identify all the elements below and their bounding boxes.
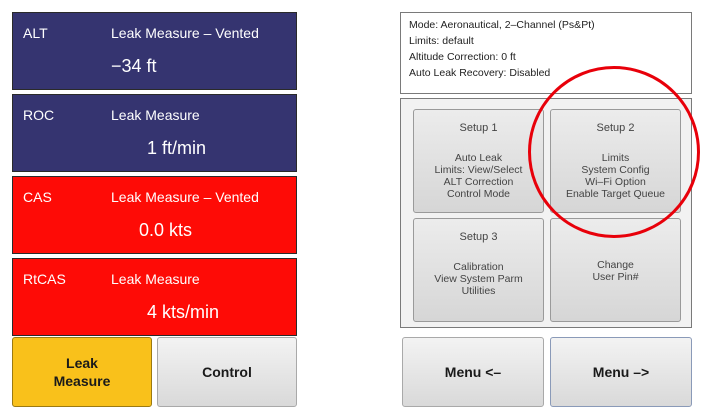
leak-measure-label-line1: Leak bbox=[66, 355, 98, 371]
setup2-line: Limits bbox=[601, 152, 630, 164]
leak-measure-label-line2: Measure bbox=[53, 373, 111, 389]
setup1-line: ALT Correction bbox=[443, 176, 514, 188]
menu-back-button[interactable]: Menu <– bbox=[402, 337, 544, 407]
setup2-line: Wi–Fi Option bbox=[585, 176, 646, 188]
channel-status: Leak Measure bbox=[111, 271, 200, 287]
channel-value: 0.0 kts bbox=[139, 220, 193, 240]
rtcas-panel[interactable]: RtCAS Leak Measure 4 kts/min bbox=[12, 258, 297, 336]
leak-measure-button[interactable]: Leak Measure bbox=[12, 337, 152, 407]
setup3-button[interactable]: Setup 3 Calibration View System Parm Uti… bbox=[413, 218, 544, 322]
setup2-line: Enable Target Queue bbox=[565, 188, 666, 200]
setup2-title: Setup 2 bbox=[596, 122, 635, 134]
roc-panel[interactable]: ROC Leak Measure 1 ft/min bbox=[12, 94, 297, 172]
limits-text: Limits: default bbox=[409, 35, 474, 47]
altitude-correction-text: Altitude Correction: 0 ft bbox=[409, 51, 516, 63]
channel-status: Leak Measure bbox=[111, 107, 200, 123]
setup1-line: Limits: View/Select bbox=[434, 164, 523, 176]
setup2-button[interactable]: Setup 2 Limits System Config Wi–Fi Optio… bbox=[550, 109, 681, 213]
alt-panel[interactable]: ALT Leak Measure – Vented −34 ft bbox=[12, 12, 297, 90]
setup1-button[interactable]: Setup 1 Auto Leak Limits: View/Select AL… bbox=[413, 109, 544, 213]
change-pin-line: Change bbox=[597, 259, 634, 271]
channel-status: Leak Measure – Vented bbox=[111, 25, 259, 41]
setup3-title: Setup 3 bbox=[459, 231, 498, 243]
setup3-line: View System Parm bbox=[434, 273, 523, 285]
channel-value: 1 ft/min bbox=[147, 138, 207, 158]
status-info-box: Mode: Aeronautical, 2–Channel (Ps&Pt) Li… bbox=[400, 12, 692, 94]
channel-value: −34 ft bbox=[111, 56, 157, 76]
setup-menu-panel: Setup 1 Auto Leak Limits: View/Select AL… bbox=[400, 98, 692, 328]
channel-name: RtCAS bbox=[23, 271, 66, 287]
setup1-line: Auto Leak bbox=[454, 152, 503, 164]
cas-panel[interactable]: CAS Leak Measure – Vented 0.0 kts bbox=[12, 176, 297, 254]
channel-status: Leak Measure – Vented bbox=[111, 189, 259, 205]
channel-name: ALT bbox=[23, 25, 48, 41]
auto-leak-recovery-text: Auto Leak Recovery: Disabled bbox=[409, 67, 551, 79]
channel-name: ROC bbox=[23, 107, 55, 123]
channel-name: CAS bbox=[23, 189, 52, 205]
setup1-line: Control Mode bbox=[446, 188, 511, 200]
change-pin-line: User Pin# bbox=[592, 271, 639, 283]
setup2-line: System Config bbox=[581, 164, 650, 176]
change-user-pin-button[interactable]: Change User Pin# bbox=[550, 218, 681, 322]
menu-forward-button[interactable]: Menu –> bbox=[550, 337, 692, 407]
mode-text: Mode: Aeronautical, 2–Channel (Ps&Pt) bbox=[409, 19, 595, 31]
setup3-line: Utilities bbox=[461, 285, 496, 297]
control-button[interactable]: Control bbox=[157, 337, 297, 407]
setup3-line: Calibration bbox=[453, 261, 504, 273]
control-label: Control bbox=[202, 364, 252, 380]
setup1-title: Setup 1 bbox=[459, 122, 498, 134]
menu-forward-label: Menu –> bbox=[592, 364, 650, 380]
menu-back-label: Menu <– bbox=[444, 364, 502, 380]
channel-value: 4 kts/min bbox=[147, 302, 220, 322]
